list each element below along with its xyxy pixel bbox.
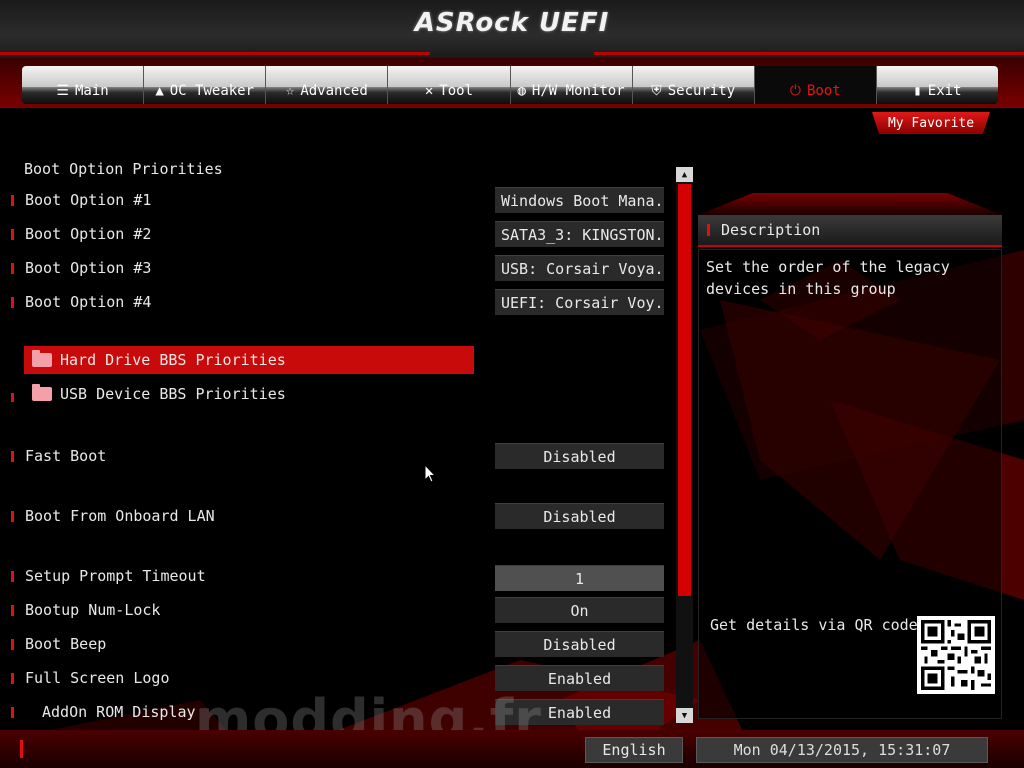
tools-icon: ✕ bbox=[424, 83, 434, 99]
hdd-bbs-priorities-item[interactable]: Hard Drive BBS Priorities bbox=[24, 346, 474, 374]
scroll-up-button[interactable]: ▲ bbox=[676, 167, 693, 182]
boot-option-4-value[interactable]: UEFI: Corsair Voy... bbox=[495, 289, 664, 315]
scrollbar-thumb[interactable] bbox=[678, 184, 691, 596]
header-accent-right bbox=[594, 52, 1024, 55]
gauge-icon: ◍ bbox=[517, 83, 526, 99]
header-accent-left bbox=[0, 52, 430, 55]
row-marker bbox=[11, 263, 14, 274]
row-marker bbox=[11, 511, 14, 522]
setting-label: Boot From Onboard LAN bbox=[25, 507, 215, 525]
row-marker bbox=[11, 571, 14, 582]
tab-exit[interactable]: ▮ Exit bbox=[877, 66, 998, 104]
folder-icon bbox=[32, 384, 52, 401]
row-marker bbox=[11, 297, 14, 308]
numlock-value[interactable]: On bbox=[495, 597, 664, 623]
row-marker bbox=[11, 707, 14, 718]
star-icon: ☆ bbox=[285, 83, 295, 99]
tab-label: OC Tweaker bbox=[169, 83, 255, 99]
boot-option-1-value[interactable]: Windows Boot Mana... bbox=[495, 187, 664, 213]
setting-label: Full Screen Logo bbox=[25, 669, 170, 687]
qr-code bbox=[917, 616, 995, 694]
boot-beep-value[interactable]: Disabled bbox=[495, 631, 664, 657]
folder-icon bbox=[32, 350, 52, 367]
header-marker bbox=[707, 224, 710, 236]
submenu-label: USB Device BBS Priorities bbox=[60, 385, 286, 403]
status-marker bbox=[20, 740, 23, 758]
main-nav: ☰ Main ▲ OC Tweaker ☆ Advanced ✕ Tool ◍ … bbox=[22, 66, 998, 104]
onboard-lan-value[interactable]: Disabled bbox=[495, 503, 664, 529]
row-marker bbox=[11, 393, 14, 402]
qr-label: Get details via QR code bbox=[710, 616, 918, 634]
setup-prompt-input[interactable]: 1 bbox=[495, 565, 664, 591]
tab-label: Advanced bbox=[300, 83, 368, 99]
setting-label: Boot Option #1 bbox=[25, 191, 152, 209]
setting-label: AddOn ROM Display bbox=[42, 703, 196, 721]
nav-bar-frame: ☰ Main ▲ OC Tweaker ☆ Advanced ✕ Tool ◍ … bbox=[0, 58, 1024, 108]
tab-label: Boot bbox=[806, 83, 841, 99]
tab-oc-tweaker[interactable]: ▲ OC Tweaker bbox=[144, 66, 267, 104]
tab-hw-monitor[interactable]: ◍ H/W Monitor bbox=[511, 66, 633, 104]
shield-icon: ⛨ bbox=[651, 83, 662, 99]
row-marker bbox=[11, 605, 14, 616]
setting-label: Boot Option #3 bbox=[25, 259, 152, 277]
tab-main[interactable]: ☰ Main bbox=[22, 66, 145, 104]
setting-label: Setup Prompt Timeout bbox=[25, 567, 206, 585]
setting-label: Bootup Num-Lock bbox=[25, 601, 161, 619]
row-marker bbox=[11, 451, 14, 462]
tab-label: H/W Monitor bbox=[531, 83, 625, 99]
my-favorite-button[interactable]: My Favorite bbox=[872, 112, 990, 134]
tab-tool[interactable]: ✕ Tool bbox=[388, 66, 511, 104]
boot-option-3-value[interactable]: USB: Corsair Voya... bbox=[495, 255, 664, 281]
asrock-uefi-logo: ASRock UEFI bbox=[414, 8, 610, 38]
list-icon: ☰ bbox=[56, 83, 69, 99]
tab-boot[interactable]: ⏻ Boot bbox=[754, 66, 877, 104]
datetime-display: Mon 04/13/2015, 15:31:07 bbox=[696, 737, 988, 763]
rocket-icon: ▲ bbox=[155, 83, 164, 99]
row-marker bbox=[11, 639, 14, 650]
description-header: Description bbox=[698, 215, 1002, 247]
description-text: Set the order of the legacy devices in t… bbox=[706, 258, 950, 298]
section-title: Boot Option Priorities bbox=[24, 160, 223, 178]
setting-label: Fast Boot bbox=[25, 447, 107, 465]
scroll-down-button[interactable]: ▼ bbox=[676, 708, 693, 723]
row-marker bbox=[11, 195, 14, 206]
tab-label: Tool bbox=[439, 83, 474, 99]
description-title: Description bbox=[721, 221, 821, 239]
setting-label: Boot Beep bbox=[25, 635, 107, 653]
boot-option-2-value[interactable]: SATA3_3: KINGSTON... bbox=[495, 221, 664, 247]
row-marker bbox=[11, 229, 14, 240]
mouse-cursor-icon bbox=[424, 463, 437, 487]
fast-boot-value[interactable]: Disabled bbox=[495, 443, 664, 469]
exit-door-icon: ▮ bbox=[913, 83, 922, 99]
submenu-label: Hard Drive BBS Priorities bbox=[60, 351, 286, 369]
tab-label: Exit bbox=[927, 83, 962, 99]
tab-label: Security bbox=[667, 83, 736, 99]
tab-advanced[interactable]: ☆ Advanced bbox=[266, 66, 389, 104]
usb-bbs-priorities-link[interactable]: USB Device BBS Priorities bbox=[24, 380, 474, 408]
tab-label: Main bbox=[74, 83, 109, 99]
setting-label: Boot Option #4 bbox=[25, 293, 152, 311]
title-bar: ASRock UEFI bbox=[0, 0, 1024, 60]
language-button[interactable]: English bbox=[585, 737, 683, 763]
power-icon: ⏻ bbox=[789, 83, 801, 99]
tab-security[interactable]: ⛨ Security bbox=[633, 66, 755, 104]
setting-label: Boot Option #2 bbox=[25, 225, 152, 243]
row-marker bbox=[11, 673, 14, 684]
